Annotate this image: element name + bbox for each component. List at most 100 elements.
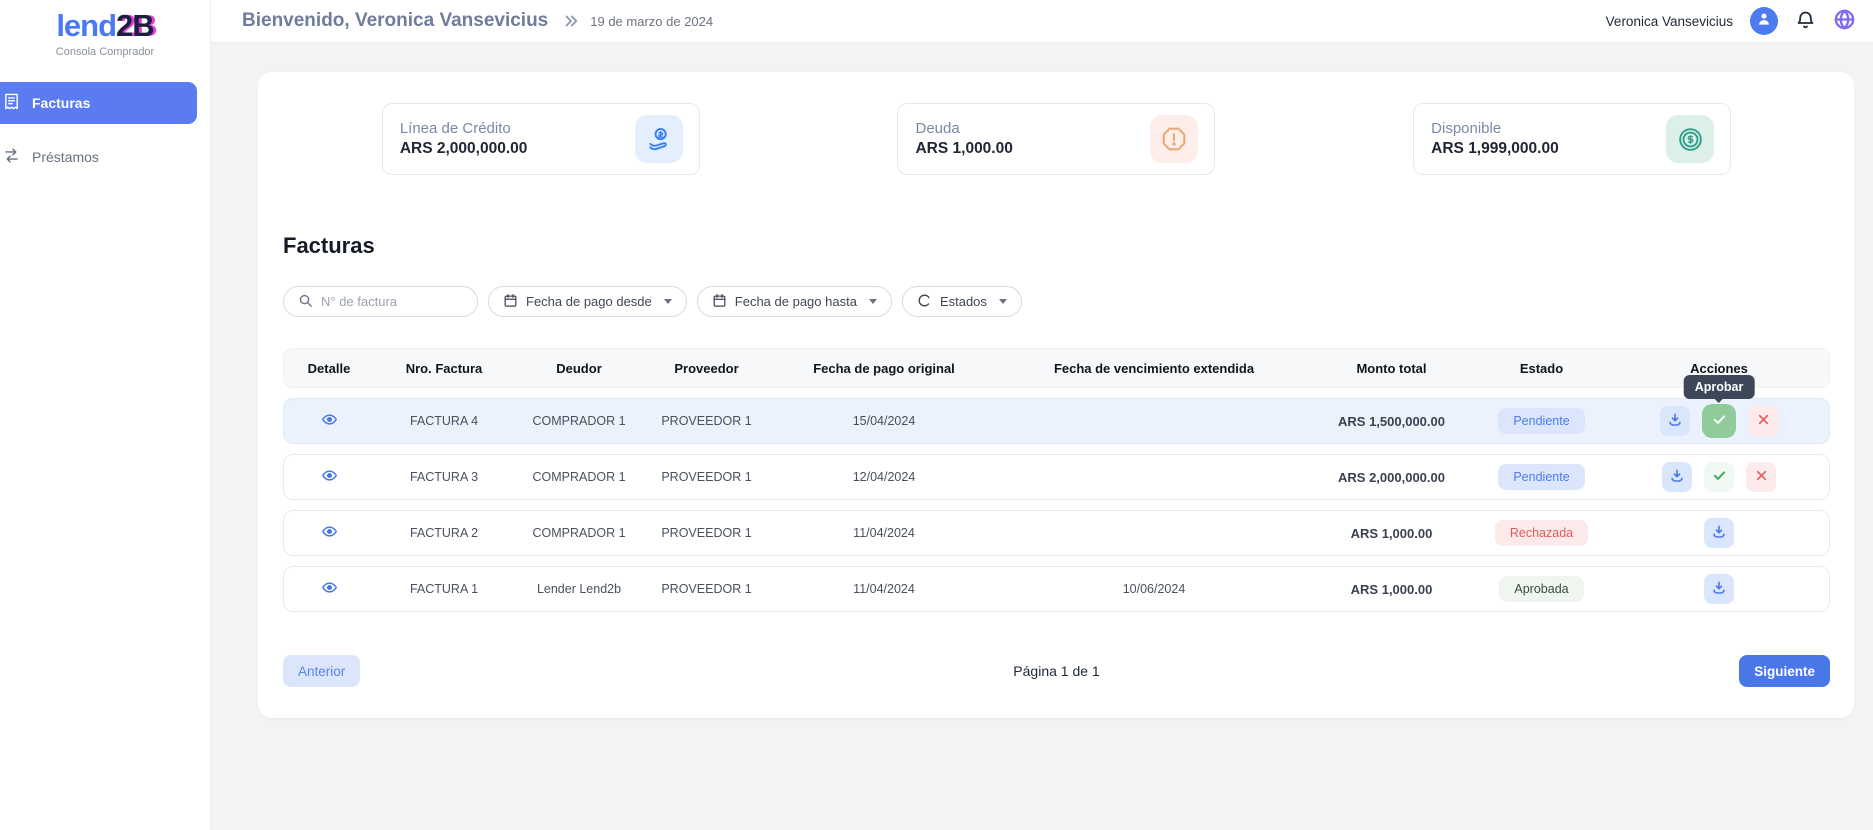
- download-button[interactable]: [1704, 518, 1734, 548]
- bell-icon: [1795, 9, 1816, 33]
- column-header: Proveedor: [674, 361, 738, 376]
- eye-icon: [321, 579, 338, 599]
- cell-estado: Pendiente: [1498, 408, 1584, 434]
- download-button[interactable]: [1662, 462, 1692, 492]
- status-badge: Pendiente: [1498, 408, 1584, 434]
- filter-date-from-button[interactable]: Fecha de pago desde: [488, 286, 687, 317]
- stat-label: Deuda: [915, 120, 1012, 137]
- cell-monto-total: ARS 2,000,000.00: [1338, 470, 1445, 485]
- page-info: Página 1 de 1: [1013, 663, 1099, 679]
- cell-fecha-pago-original: 11/04/2024: [853, 582, 915, 596]
- approve-tooltip: Aprobar: [1684, 375, 1755, 399]
- approve-button[interactable]: [1704, 462, 1734, 492]
- avatar-user-icon: [1755, 10, 1773, 33]
- download-button[interactable]: [1660, 406, 1690, 436]
- cell-proveedor: PROVEEDOR 1: [661, 414, 751, 428]
- pagination: Anterior Página 1 de 1 Siguiente: [283, 655, 1830, 687]
- filter-date-to-button[interactable]: Fecha de pago hasta: [697, 286, 892, 317]
- column-header: Fecha de pago original: [813, 361, 955, 376]
- download-icon: [1711, 524, 1727, 543]
- actions-cell: Aprobar: [1660, 404, 1778, 438]
- welcome-title: Bienvenido, Veronica Vansevicius: [242, 10, 548, 32]
- cell-fecha-pago-original: 15/04/2024: [853, 414, 916, 428]
- reject-button[interactable]: [1746, 462, 1776, 492]
- stat-value: ARS 2,000,000.00: [400, 140, 528, 158]
- stat-value: ARS 1,000.00: [915, 140, 1012, 158]
- reject-button[interactable]: [1748, 406, 1778, 436]
- view-detail-button[interactable]: [321, 411, 338, 431]
- chevron-down-icon: [664, 299, 672, 304]
- filter-states-button[interactable]: Estados: [902, 286, 1022, 317]
- view-detail-button[interactable]: [321, 467, 338, 487]
- cell-deudor: COMPRADOR 1: [532, 526, 625, 540]
- stat-label: Línea de Crédito: [400, 120, 528, 137]
- actions-cell: [1704, 574, 1734, 604]
- calendar-icon: [503, 293, 518, 311]
- cell-deudor: COMPRADOR 1: [532, 414, 625, 428]
- table-row: FACTURA 3 COMPRADOR 1 PROVEEDOR 1 12/04/…: [283, 454, 1830, 500]
- eye-icon: [321, 411, 338, 431]
- cell-estado: Aprobada: [1499, 576, 1583, 602]
- check-icon: [1712, 468, 1727, 486]
- view-detail-button[interactable]: [321, 579, 338, 599]
- globe-icon: [1833, 8, 1856, 34]
- filter-label: Fecha de pago hasta: [735, 294, 857, 309]
- cell-nro-factura: FACTURA 3: [410, 470, 478, 484]
- calendar-icon: [712, 293, 727, 311]
- filters-row: Fecha de pago desde Fecha de pago hasta: [283, 286, 1830, 317]
- hand-coin-icon: [635, 115, 683, 163]
- column-header: Estado: [1520, 361, 1563, 376]
- download-icon: [1669, 468, 1685, 487]
- language-button[interactable]: [1833, 8, 1856, 34]
- cell-deudor: Lender Lend2b: [537, 582, 621, 596]
- column-header: Acciones: [1690, 361, 1748, 376]
- table-header-row: DetalleNro. FacturaDeudorProveedorFecha …: [283, 348, 1830, 388]
- cell-fecha-pago-original: 11/04/2024: [853, 526, 915, 540]
- status-badge: Aprobada: [1499, 576, 1583, 602]
- cell-proveedor: PROVEEDOR 1: [661, 526, 751, 540]
- column-header: Fecha de vencimiento extendida: [1054, 361, 1254, 376]
- section-title: Facturas: [283, 233, 1830, 259]
- actions-cell: [1704, 518, 1734, 548]
- main-area: Bienvenido, Veronica Vansevicius 19 de m…: [211, 0, 1873, 830]
- stat-card-linea-credito: Línea de Crédito ARS 2,000,000.00: [382, 103, 700, 175]
- download-icon: [1711, 580, 1727, 599]
- sidebar-nav: Facturas Préstamos: [0, 82, 210, 178]
- cell-estado: Pendiente: [1498, 464, 1584, 490]
- view-detail-button[interactable]: [321, 523, 338, 543]
- search-input[interactable]: [321, 294, 463, 309]
- topbar-right: Veronica Vansevicius: [1606, 7, 1856, 35]
- brand-logo: lend2B Consola Comprador: [0, 0, 210, 58]
- sidebar-item-prestamos[interactable]: Préstamos: [0, 136, 197, 178]
- cell-fecha-pago-original: 12/04/2024: [853, 470, 916, 484]
- detail-cell: [321, 579, 338, 599]
- alert-octagon-icon: [1150, 115, 1198, 163]
- main-panel: Línea de Crédito ARS 2,000,000.00 Deuda …: [258, 72, 1854, 718]
- actions-cell: [1662, 462, 1776, 492]
- chevron-down-icon: [999, 299, 1007, 304]
- invoices-table: DetalleNro. FacturaDeudorProveedorFecha …: [283, 348, 1830, 612]
- eye-icon: [321, 467, 338, 487]
- next-page-button[interactable]: Siguiente: [1739, 655, 1830, 687]
- cell-proveedor: PROVEEDOR 1: [661, 470, 751, 484]
- cell-fecha-vencimiento: 10/06/2024: [1123, 582, 1186, 596]
- filter-label: Fecha de pago desde: [526, 294, 652, 309]
- chevron-down-icon: [869, 299, 877, 304]
- stat-card-disponible: Disponible ARS 1,999,000.00: [1413, 103, 1731, 175]
- approve-button[interactable]: Aprobar: [1702, 404, 1736, 438]
- invoice-search-field[interactable]: [283, 286, 478, 317]
- sidebar-item-facturas[interactable]: Facturas: [0, 82, 197, 124]
- notifications-button[interactable]: [1795, 9, 1816, 33]
- status-circle-icon: [917, 293, 932, 311]
- detail-cell: [321, 523, 338, 543]
- download-button[interactable]: [1704, 574, 1734, 604]
- detail-cell: [321, 411, 338, 431]
- cell-nro-factura: FACTURA 4: [410, 414, 478, 428]
- avatar[interactable]: [1750, 7, 1778, 35]
- sidebar-item-label: Facturas: [32, 95, 90, 111]
- column-header: Nro. Factura: [406, 361, 483, 376]
- previous-page-button[interactable]: Anterior: [283, 655, 360, 687]
- cell-estado: Rechazada: [1495, 520, 1588, 546]
- stats-row: Línea de Crédito ARS 2,000,000.00 Deuda …: [283, 103, 1830, 175]
- x-icon: [1755, 469, 1768, 485]
